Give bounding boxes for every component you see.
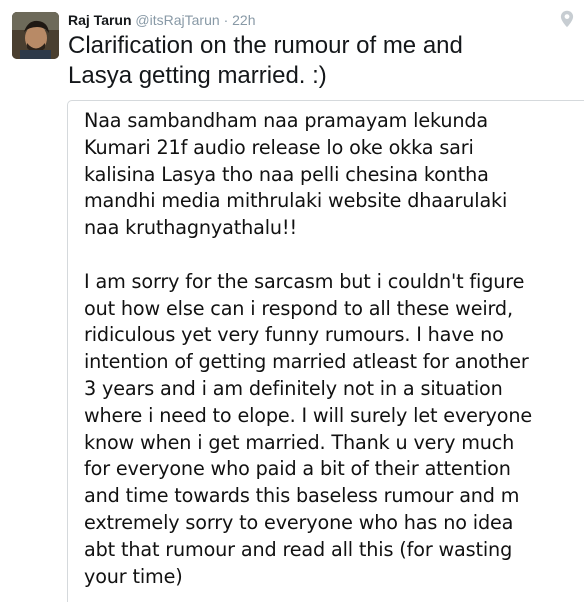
image-text-line: for everyone who paid a bit of their att… [84,457,511,481]
image-text-line: ridiculous yet very funny rumours. I hav… [84,323,504,347]
image-text-line: mandhi media mithrulaki website dhaarula… [84,189,508,213]
avatar-image [12,12,59,59]
image-text-line: I am sorry for the sarcasm but i couldn'… [84,269,525,293]
image-text-line: naa kruthagnyathalu!! [84,216,297,240]
tweet: Raj Tarun @itsRajTarun · 22h Clarificati… [0,0,584,602]
author-handle[interactable]: @itsRajTarun [135,12,219,28]
image-text-line: intention of getting married atleast for… [84,350,529,374]
image-text-line: your time) [84,564,183,588]
author-name[interactable]: Raj Tarun [68,12,132,28]
image-text-line: kalisina Lasya tho naa pelli chesina kon… [84,162,489,186]
avatar[interactable] [12,12,59,59]
image-text-line: know when i get married. Thank u very mu… [84,430,515,454]
tweet-text-line: Lasya getting married. :) [68,62,327,89]
image-text: Naa sambandham naa pramayam lekunda Kuma… [84,108,580,590]
image-text-line: and time towards this baseless rumour an… [84,484,520,508]
image-text-line: Kumari 21f audio release lo oke okka sar… [84,135,474,159]
image-text-line: 3 years and i am definitely not in a sit… [84,376,503,400]
tweet-timestamp[interactable]: 22h [232,12,255,28]
image-text-line: extremely sorry to everyone who has no i… [84,510,514,534]
separator-dot: · [223,12,229,28]
image-text-line: abt that rumour and read all this (for w… [84,537,513,561]
location-pin-icon[interactable] [560,10,574,28]
attached-image[interactable]: Naa sambandham naa pramayam lekunda Kuma… [67,100,584,602]
tweet-header: Raj Tarun @itsRajTarun · 22h [68,11,255,29]
image-text-line: where i need to elope. I will surely let… [84,403,533,427]
tweet-text: Clarification on the rumour of me and La… [68,31,568,91]
image-text-line: Naa sambandham naa pramayam lekunda [84,109,489,132]
tweet-text-line: Clarification on the rumour of me and [68,32,463,59]
image-text-line: out how else can i respond to all these … [84,296,513,320]
